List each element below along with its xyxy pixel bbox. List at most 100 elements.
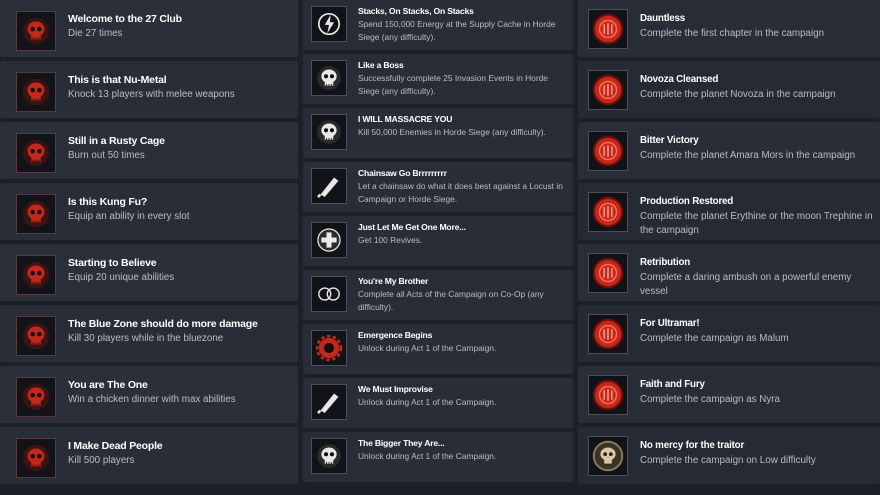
red-seal-icon [588, 131, 628, 171]
achievement-text: Stacks, On Stacks, On Stacks Spend 150,00… [358, 6, 567, 43]
achievement-text: Is this Kung Fu? Equip an ability in ever… [68, 194, 189, 222]
achievement-item[interactable]: The Blue Zone should do more damage Kill … [0, 305, 298, 362]
achievement-description: Complete the planet Amara Mors in the ca… [640, 150, 856, 161]
achievement-text: Welcome to the 27 Club Die 27 times [68, 11, 182, 39]
achievement-description: Complete the first chapter in the campai… [640, 28, 825, 39]
achievement-title: Starting to Believe [68, 257, 157, 269]
achievement-title: For Ultramar! [640, 318, 700, 329]
achievement-description: Successfully complete 25 Invasion Events… [358, 73, 548, 96]
achievement-title: Like a Boss [358, 60, 404, 70]
achievement-title: Is this Kung Fu? [68, 196, 148, 208]
achievement-item[interactable]: Stacks, On Stacks, On Stacks Spend 150,00… [303, 0, 573, 50]
achievement-description: Equip an ability in every slot [68, 211, 190, 222]
achievement-column-1: Welcome to the 27 Club Die 27 times This i… [0, 0, 298, 488]
achievement-item[interactable]: Welcome to the 27 Club Die 27 times [0, 0, 298, 57]
locust-skull-icon [311, 438, 347, 474]
cog-emblem-icon [311, 330, 347, 366]
achievement-text: Still in a Rusty Cage Burn out 50 times [68, 133, 165, 161]
achievement-description: Unlock during Act 1 of the Campaign. [358, 451, 497, 461]
achievement-text: Faith and Fury Complete the campaign as N… [640, 375, 780, 407]
achievement-title: No mercy for the traitor [640, 440, 745, 451]
skull-crest-icon [16, 11, 56, 51]
achievement-description: Complete the campaign as Malum [640, 333, 789, 344]
achievement-title: I WILL MASSACRE YOU [358, 114, 453, 124]
achievement-text: This is that Nu-Metal Knock 13 players wi… [68, 72, 235, 100]
achievement-item[interactable]: Starting to Believe Equip 20 unique abili… [0, 244, 298, 301]
achievement-description: Win a chicken dinner with max abilities [68, 394, 236, 405]
achievement-item[interactable]: Just Let Me Get One More... Get 100 Reviv… [303, 216, 573, 266]
achievement-item[interactable]: Retribution Complete a daring ambush on a… [578, 244, 880, 301]
achievement-description: Complete all Acts of the Campaign on Co-… [358, 289, 544, 312]
achievement-text: Emergence Begins Unlock during Act 1 of t… [358, 330, 496, 355]
achievement-item[interactable]: The Bigger They Are... Unlock during Act … [303, 432, 573, 482]
achievement-item[interactable]: For Ultramar! Complete the campaign as Ma… [578, 305, 880, 362]
skull-cog-icon [311, 114, 347, 150]
achievement-item[interactable]: We Must Improvise Unlock during Act 1 of … [303, 378, 573, 428]
achievement-item[interactable]: You're My Brother Complete all Acts of th… [303, 270, 573, 320]
achievement-text: The Bigger They Are... Unlock during Act … [358, 438, 496, 463]
flaming-skull-icon [16, 133, 56, 173]
skull-medallion-icon [588, 436, 628, 476]
achievement-title: Stacks, On Stacks, On Stacks [358, 6, 474, 16]
achievement-text: Bitter Victory Complete the planet Amara … [640, 131, 855, 163]
achievement-title: Dauntless [640, 13, 686, 24]
achievements-page: Welcome to the 27 Club Die 27 times This i… [0, 0, 880, 495]
radiation-skull-icon [16, 316, 56, 356]
achievement-text: Like a Boss Successfully complete 25 Inva… [358, 60, 567, 97]
energy-bolt-icon [311, 6, 347, 42]
achievement-item[interactable]: Still in a Rusty Cage Burn out 50 times [0, 122, 298, 179]
achievement-title: You are The One [68, 379, 148, 391]
achievement-text: No mercy for the traitor Complete the cam… [640, 436, 816, 468]
achievement-title: I Make Dead People [68, 440, 163, 452]
achievement-item[interactable]: Emergence Begins Unlock during Act 1 of t… [303, 324, 573, 374]
achievement-text: Chainsaw Go Brrrrrrrrr Let a chainsaw do … [358, 168, 567, 205]
achievement-item[interactable]: Faith and Fury Complete the campaign as N… [578, 366, 880, 423]
achievement-description: Burn out 50 times [68, 150, 145, 161]
achievement-title: Production Restored [640, 196, 734, 207]
achievement-description: Equip 20 unique abilities [68, 272, 175, 283]
achievement-description: Unlock during Act 1 of the Campaign. [358, 397, 497, 407]
achievement-text: Just Let Me Get One More... Get 100 Reviv… [358, 222, 466, 247]
achievement-item[interactable]: This is that Nu-Metal Knock 13 players wi… [0, 61, 298, 118]
achievement-description: Knock 13 players with melee weapons [68, 89, 235, 100]
red-seal-icon [588, 9, 628, 49]
achievement-item[interactable]: I Make Dead People Kill 500 players [0, 427, 298, 484]
achievement-description: Kill 30 players while in the bluezone [68, 333, 224, 344]
blade-icon [311, 384, 347, 420]
achievement-item[interactable]: Bitter Victory Complete the planet Amara … [578, 122, 880, 179]
red-seal-icon [588, 70, 628, 110]
achievement-title: Welcome to the 27 Club [68, 13, 182, 25]
achievement-text: You are The One Win a chicken dinner with… [68, 377, 236, 405]
red-seal-icon [588, 192, 628, 232]
achievement-text: I Make Dead People Kill 500 players [68, 438, 163, 466]
achievement-text: I WILL MASSACRE YOU Kill 50,000 Enemies i… [358, 114, 546, 139]
achievement-description: Get 100 Revives. [358, 235, 423, 245]
achievement-description: Complete the campaign as Nyra [640, 394, 780, 405]
achievement-description: Complete the planet Novoza in the campai… [640, 89, 836, 100]
raised-fist-icon [16, 255, 56, 295]
achievement-text: Starting to Believe Equip 20 unique abili… [68, 255, 174, 283]
achievement-title: The Blue Zone should do more damage [68, 318, 258, 330]
achievement-item[interactable]: Dauntless Complete the first chapter in t… [578, 0, 880, 57]
achievement-description: Let a chainsaw do what it does best agai… [358, 181, 563, 204]
chicken-dinner-icon [16, 377, 56, 417]
achievement-title: This is that Nu-Metal [68, 74, 167, 86]
red-seal-icon [588, 375, 628, 415]
achievement-item[interactable]: Chainsaw Go Brrrrrrrrr Let a chainsaw do … [303, 162, 573, 212]
skull-crossbones-icon [311, 60, 347, 96]
achievement-item[interactable]: No mercy for the traitor Complete the cam… [578, 427, 880, 484]
achievement-title: You're My Brother [358, 276, 429, 286]
achievement-item[interactable]: Production Restored Complete the planet E… [578, 183, 880, 240]
achievement-item[interactable]: Is this Kung Fu? Equip an ability in ever… [0, 183, 298, 240]
chainsaw-icon [311, 168, 347, 204]
achievement-title: The Bigger They Are... [358, 438, 445, 448]
achievement-item[interactable]: Novoza Cleansed Complete the planet Novoz… [578, 61, 880, 118]
achievement-item[interactable]: Like a Boss Successfully complete 25 Inva… [303, 54, 573, 104]
achievement-text: For Ultramar! Complete the campaign as Ma… [640, 314, 789, 346]
achievement-item[interactable]: I WILL MASSACRE YOU Kill 50,000 Enemies i… [303, 108, 573, 158]
achievement-description: Kill 50,000 Enemies in Horde Siege (any … [358, 127, 546, 137]
achievement-item[interactable]: You are The One Win a chicken dinner with… [0, 366, 298, 423]
achievement-description: Kill 500 players [68, 455, 135, 466]
crossed-bat-icon [16, 72, 56, 112]
achievement-title: Bitter Victory [640, 135, 699, 146]
